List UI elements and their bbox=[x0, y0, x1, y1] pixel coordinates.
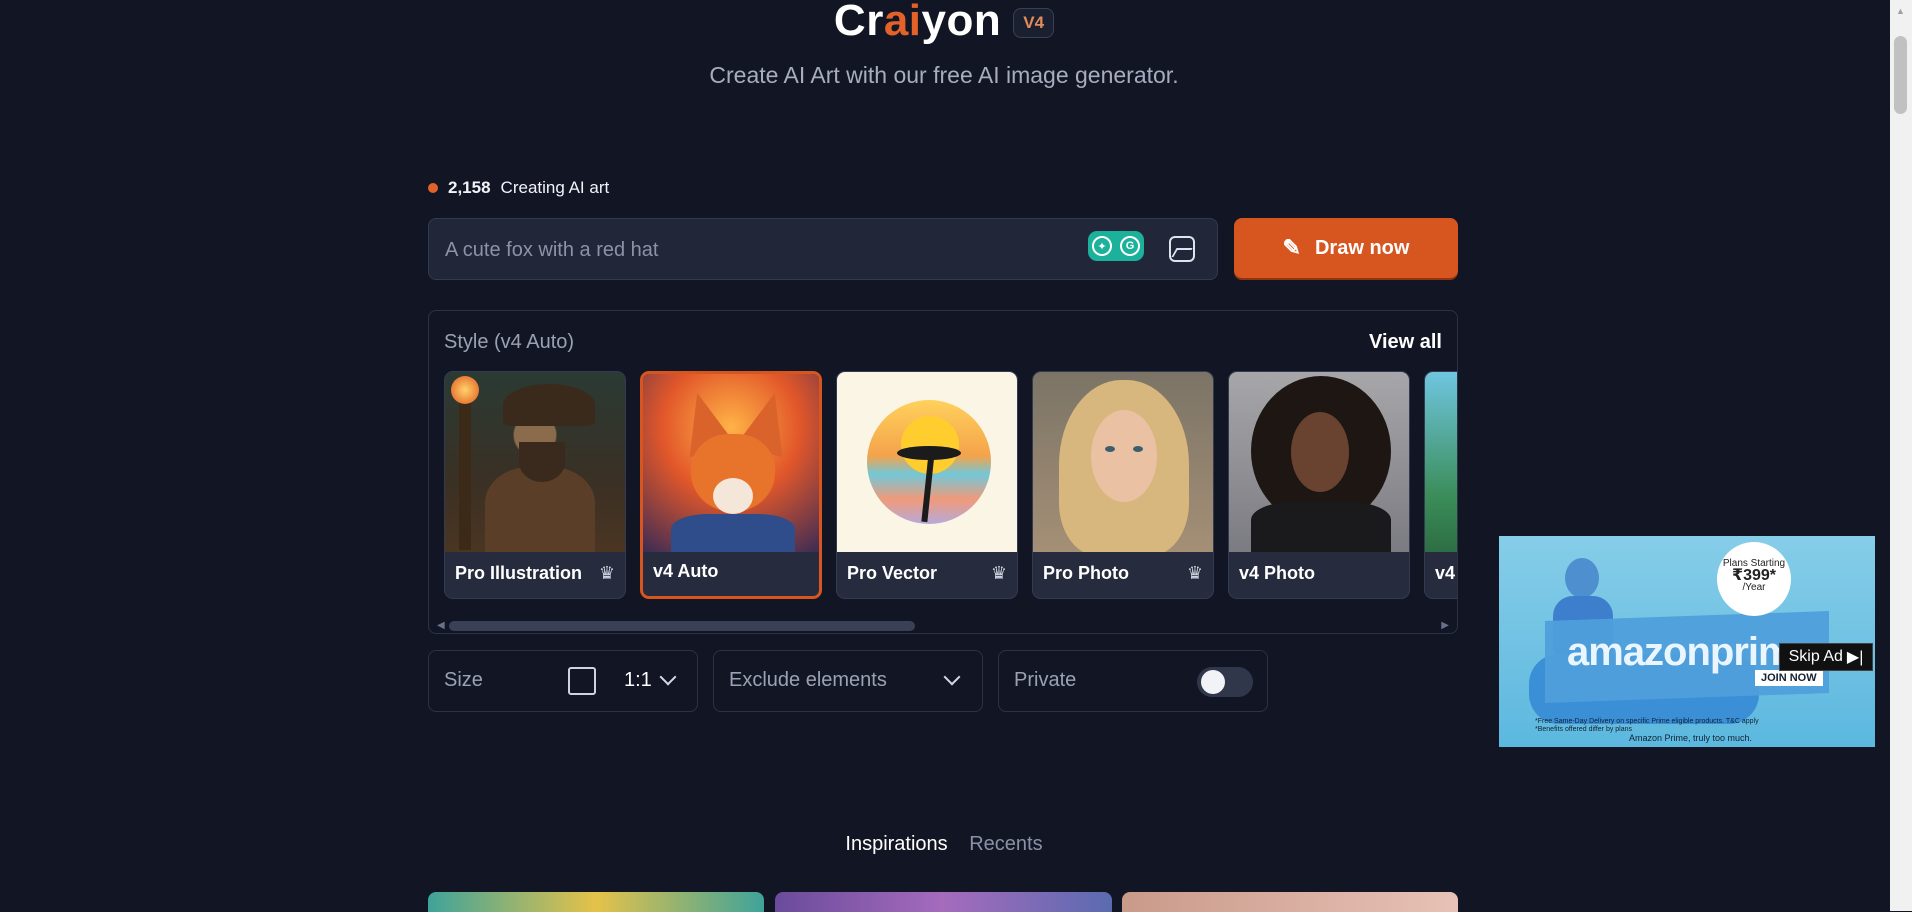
style-card-label: Pro Vector bbox=[847, 563, 938, 583]
vertical-scrollbar[interactable]: ▲ bbox=[1890, 0, 1912, 911]
scrollbar-thumb[interactable] bbox=[449, 621, 915, 631]
toggle-knob bbox=[1201, 670, 1225, 694]
draw-now-label: Draw now bbox=[1314, 236, 1410, 259]
scroll-left-icon[interactable]: ◀ bbox=[437, 620, 445, 631]
status-label: Creating AI art bbox=[500, 178, 610, 197]
ad-brand: amazonprime bbox=[1567, 630, 1815, 674]
aspect-ratio-value: 1:1 bbox=[624, 669, 652, 691]
private-option: Private bbox=[998, 650, 1268, 712]
scrollbar-thumb[interactable] bbox=[1894, 36, 1907, 114]
draw-now-button[interactable]: ✎ Draw now bbox=[1234, 218, 1458, 278]
video-ad[interactable]: amazonprime JOIN NOW Plans Starting ₹399… bbox=[1499, 536, 1875, 747]
horizontal-scrollbar[interactable]: ◀ ▶ bbox=[437, 617, 1449, 631]
crown-icon: ♛ bbox=[1186, 563, 1203, 583]
skip-ad-button[interactable]: Skip Ad ▶| bbox=[1779, 643, 1873, 671]
style-card-label: v4 bbox=[1435, 563, 1456, 583]
logo-text: Craiyon bbox=[833, 0, 1002, 45]
gallery-tabs: Inspirations Recents bbox=[0, 833, 1888, 856]
pencil-icon: ✎ bbox=[1282, 235, 1301, 260]
style-cards: Pro Illustration ♛ v4 Auto Pro Vector ♛ … bbox=[444, 371, 1457, 599]
status-indicator: 2,158 Creating AI art bbox=[428, 178, 609, 198]
scroll-up-icon[interactable]: ▲ bbox=[1896, 6, 1905, 16]
skip-next-icon: ▶| bbox=[1846, 649, 1864, 666]
private-label: Private bbox=[1014, 669, 1077, 691]
exclude-elements-dropdown[interactable]: Exclude elements bbox=[713, 650, 983, 712]
style-card-label: v4 Auto bbox=[653, 561, 719, 581]
tab-inspirations[interactable]: Inspirations bbox=[845, 833, 947, 856]
size-selector[interactable]: Size 1:1 bbox=[428, 650, 698, 712]
inspiration-card[interactable] bbox=[1122, 892, 1458, 912]
header: Craiyon V4 bbox=[0, 0, 1888, 46]
tagline: Create AI Art with our free AI image gen… bbox=[709, 62, 1179, 88]
ad-price-cloud: Plans Starting ₹399* /Year bbox=[1717, 542, 1791, 616]
crown-icon: ♛ bbox=[990, 563, 1007, 583]
style-card-v4-photo[interactable]: v4 Photo bbox=[1228, 371, 1410, 599]
size-label: Size bbox=[444, 669, 483, 691]
style-card-v4-auto[interactable]: v4 Auto bbox=[640, 371, 822, 599]
chevron-down-icon bbox=[659, 668, 677, 686]
style-card-v4-partial[interactable]: v4 bbox=[1424, 371, 1457, 599]
style-card-label: Pro Photo bbox=[1043, 563, 1129, 583]
style-card-label: v4 Photo bbox=[1239, 563, 1316, 583]
ad-slogan: Amazon Prime, truly too much. bbox=[1629, 733, 1753, 743]
pirate-thumbnail bbox=[445, 372, 625, 552]
lightbulb-icon: ✦ bbox=[1092, 236, 1112, 256]
exclude-label: Exclude elements bbox=[729, 669, 887, 691]
style-card-label: Pro Illustration bbox=[455, 563, 583, 583]
inspiration-card[interactable] bbox=[428, 892, 764, 912]
prompt-input[interactable] bbox=[443, 219, 1087, 281]
landscape-thumbnail bbox=[1425, 372, 1457, 552]
style-card-pro-vector[interactable]: Pro Vector ♛ bbox=[836, 371, 1018, 599]
delivery-person-illustration bbox=[1565, 558, 1599, 598]
chevron-down-icon bbox=[943, 668, 961, 686]
ad-join-now: JOIN NOW bbox=[1755, 670, 1823, 686]
tab-recents[interactable]: Recents bbox=[969, 833, 1042, 856]
image-upload-icon[interactable] bbox=[1169, 236, 1195, 262]
style-title: Style (v4 Auto) bbox=[444, 331, 575, 353]
palm-tree-thumbnail bbox=[837, 372, 1017, 552]
scroll-right-icon[interactable]: ▶ bbox=[1441, 620, 1449, 631]
square-aspect-icon bbox=[568, 667, 596, 695]
live-dot-icon bbox=[428, 183, 438, 193]
private-toggle[interactable] bbox=[1197, 667, 1253, 697]
crown-icon: ♛ bbox=[598, 563, 615, 583]
skip-ad-label: Skip Ad bbox=[1788, 648, 1843, 665]
version-badge: V4 bbox=[1013, 8, 1055, 38]
fox-thumbnail bbox=[643, 374, 819, 552]
browser-extension-widget[interactable]: ✦ G bbox=[1088, 231, 1144, 261]
ad-cloud-line: /Year bbox=[1742, 582, 1766, 593]
inspiration-card[interactable] bbox=[775, 892, 1112, 912]
style-panel: Style (v4 Auto) View all Pro Illustratio… bbox=[428, 310, 1458, 634]
view-all-link[interactable]: View all bbox=[1369, 331, 1442, 354]
portrait-thumbnail bbox=[1229, 372, 1409, 552]
style-card-pro-photo[interactable]: Pro Photo ♛ bbox=[1032, 371, 1214, 599]
ad-fine-print: *Free Same-Day Delivery on specific Prim… bbox=[1535, 718, 1759, 733]
ad-price: ₹399* bbox=[1731, 567, 1777, 584]
prompt-box: ✦ G bbox=[428, 218, 1218, 281]
portrait-thumbnail bbox=[1033, 372, 1213, 552]
style-card-pro-illustration[interactable]: Pro Illustration ♛ bbox=[444, 371, 626, 599]
logo[interactable]: Craiyon V4 bbox=[833, 0, 1055, 46]
active-user-count: 2,158 bbox=[448, 178, 491, 197]
grammarly-icon: G bbox=[1120, 236, 1140, 256]
